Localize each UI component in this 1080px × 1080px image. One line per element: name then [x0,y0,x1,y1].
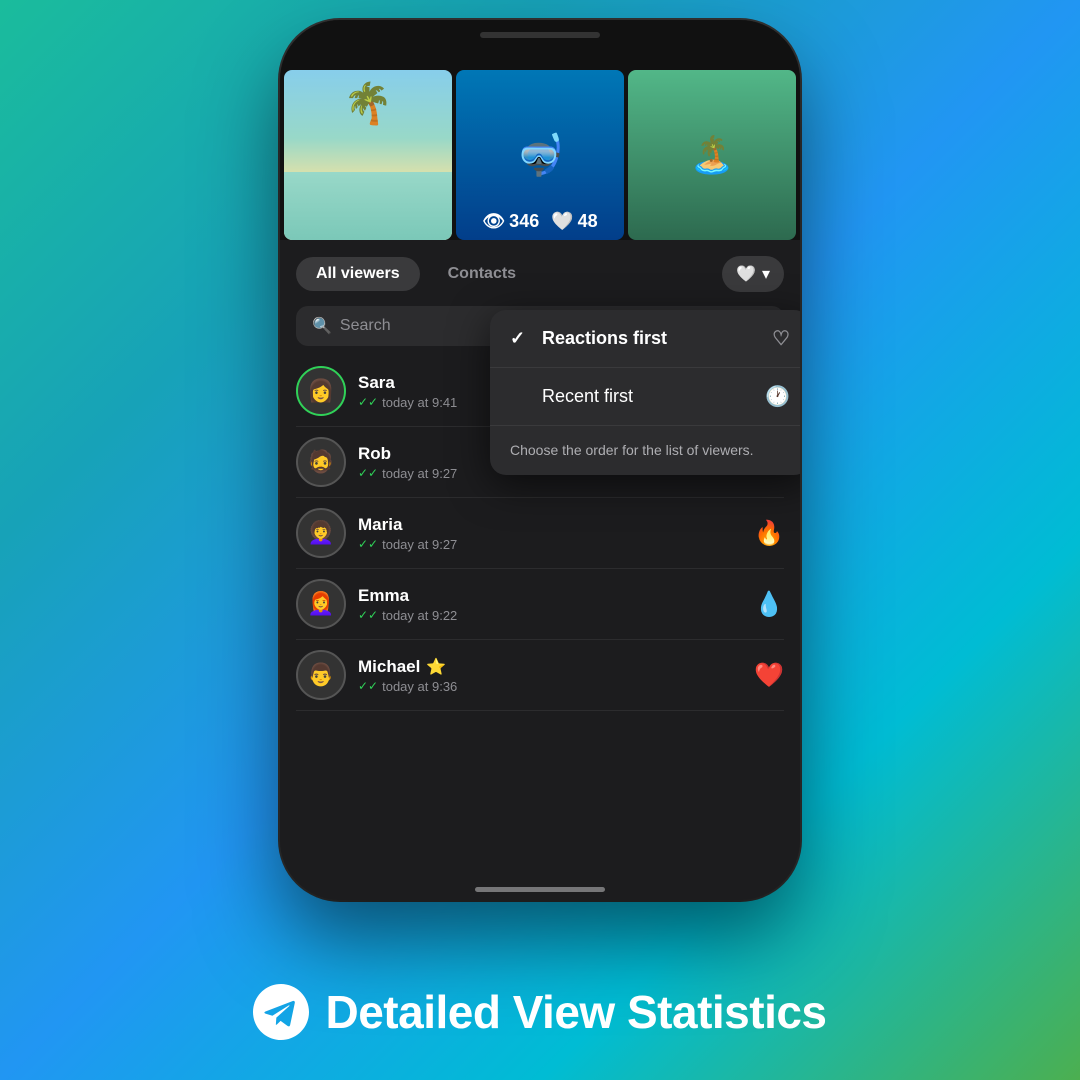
sort-dropdown: ✓ Reactions first ♡ ✓ Recent first 🕐 Cho… [490,310,800,475]
double-check-emma: ✓✓ [358,608,378,622]
viewer-item-michael: 👨 Michael ⭐ ✓✓ today at 9:36 ❤️ [296,640,784,711]
viewer-time-emma: ✓✓ today at 9:22 [358,608,754,623]
dropdown-item-recent-first[interactable]: ✓ Recent first 🕐 [490,368,800,426]
footer-section: Detailed View Statistics [0,984,1080,1040]
recent-first-clock-icon: 🕐 [765,384,790,409]
phone-content: All viewers Contacts 🤍 ▾ 🔍 Search 👩 Sara [280,240,800,900]
viewer-item-emma: 👩‍🦰 Emma ✓✓ today at 9:22 💧 [296,569,784,640]
avatar-rob: 🧔 [296,437,346,487]
double-check-rob: ✓✓ [358,466,378,480]
image-tile-island [628,70,796,240]
search-icon: 🔍 [312,316,332,336]
reactions-first-label: Reactions first [542,328,667,349]
hint-text: Choose the order for the list of viewers… [510,442,754,458]
avatar-sara: 👩 [296,366,346,416]
sort-heart-icon: 🤍 [736,264,756,284]
avatar-maria: 👩‍🦱 [296,508,346,558]
recent-first-label: Recent first [542,386,633,407]
checkmark-icon: ✓ [510,328,530,349]
viewer-time-michael: ✓✓ today at 9:36 [358,679,754,694]
like-stat: 🤍 48 [551,211,597,232]
phone-mockup: 👁 346 🤍 48 All viewers Contacts 🤍 [280,20,800,900]
viewer-info-michael: Michael ⭐ ✓✓ today at 9:36 [358,657,754,694]
sort-chevron-icon: ▾ [762,264,770,284]
viewer-info-emma: Emma ✓✓ today at 9:22 [358,586,754,623]
telegram-logo-icon [253,984,309,1040]
eye-icon: 👁 [482,211,505,232]
avatar-michael: 👨 [296,650,346,700]
like-count: 48 [578,211,598,232]
viewer-name-emma: Emma [358,586,754,606]
image-tile-underwater: 👁 346 🤍 48 [456,70,624,240]
footer-title: Detailed View Statistics [325,985,826,1039]
viewer-item-maria: 👩‍🦱 Maria ✓✓ today at 9:27 🔥 [296,498,784,569]
reaction-michael: ❤️ [754,661,784,690]
viewer-time-maria: ✓✓ today at 9:27 [358,537,754,552]
reaction-emma: 💧 [754,590,784,619]
phone-shell: 👁 346 🤍 48 All viewers Contacts 🤍 [280,20,800,900]
tab-all-viewers[interactable]: All viewers [296,257,420,291]
dropdown-hint: Choose the order for the list of viewers… [490,426,800,475]
tab-bar: All viewers Contacts 🤍 ▾ [296,256,784,292]
heart-icon: 🤍 [551,211,573,232]
image-tile-beach [284,70,452,240]
sort-button[interactable]: 🤍 ▾ [722,256,784,292]
double-check-sara: ✓✓ [358,395,378,409]
reaction-maria: 🔥 [754,519,784,548]
dropdown-item-reactions-first[interactable]: ✓ Reactions first ♡ [490,310,800,368]
home-indicator [475,887,605,892]
view-count: 346 [509,211,539,232]
viewer-name-michael: Michael ⭐ [358,657,754,677]
reactions-first-heart-icon: ♡ [772,326,790,351]
view-stat: 👁 346 [482,211,539,232]
viewer-info-maria: Maria ✓✓ today at 9:27 [358,515,754,552]
avatar-emma: 👩‍🦰 [296,579,346,629]
premium-star-icon: ⭐ [426,657,446,677]
double-check-maria: ✓✓ [358,537,378,551]
double-check-michael: ✓✓ [358,679,378,693]
media-grid: 👁 346 🤍 48 [280,20,800,240]
search-placeholder: Search [340,317,391,335]
viewer-name-maria: Maria [358,515,754,535]
tab-contacts[interactable]: Contacts [428,257,536,291]
media-stats: 👁 346 🤍 48 [482,211,597,232]
